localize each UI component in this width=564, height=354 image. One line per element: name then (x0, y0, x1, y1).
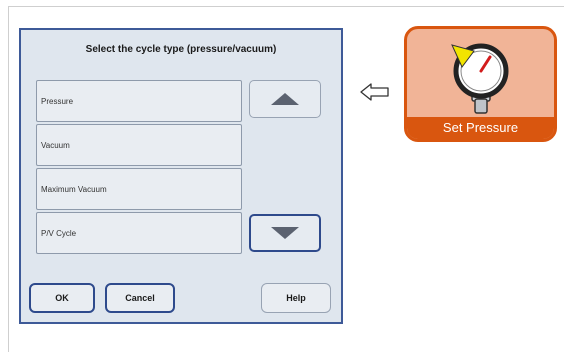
list-item-pv-cycle[interactable]: P/V Cycle (36, 212, 242, 254)
scroll-down-button[interactable] (249, 214, 321, 252)
cycle-type-list: Pressure Vacuum Maximum Vacuum P/V Cycle (36, 80, 242, 256)
ok-button[interactable]: OK (29, 283, 95, 313)
tile-label: Set Pressure (407, 117, 554, 139)
list-item-maximum-vacuum[interactable]: Maximum Vacuum (36, 168, 242, 210)
triangle-down-icon (271, 227, 299, 239)
help-button[interactable]: Help (261, 283, 331, 313)
left-arrow-icon (360, 83, 389, 101)
cancel-button[interactable]: Cancel (105, 283, 175, 313)
set-pressure-tile[interactable]: Set Pressure (404, 26, 557, 142)
triangle-up-icon (271, 93, 299, 105)
scroll-up-button[interactable] (249, 80, 321, 118)
pressure-gauge-icon (451, 43, 509, 114)
list-item-vacuum[interactable]: Vacuum (36, 124, 242, 166)
list-item-pressure[interactable]: Pressure (36, 80, 242, 122)
cycle-type-dialog: Select the cycle type (pressure/vacuum) … (19, 28, 343, 324)
dialog-title: Select the cycle type (pressure/vacuum) (85, 44, 277, 55)
